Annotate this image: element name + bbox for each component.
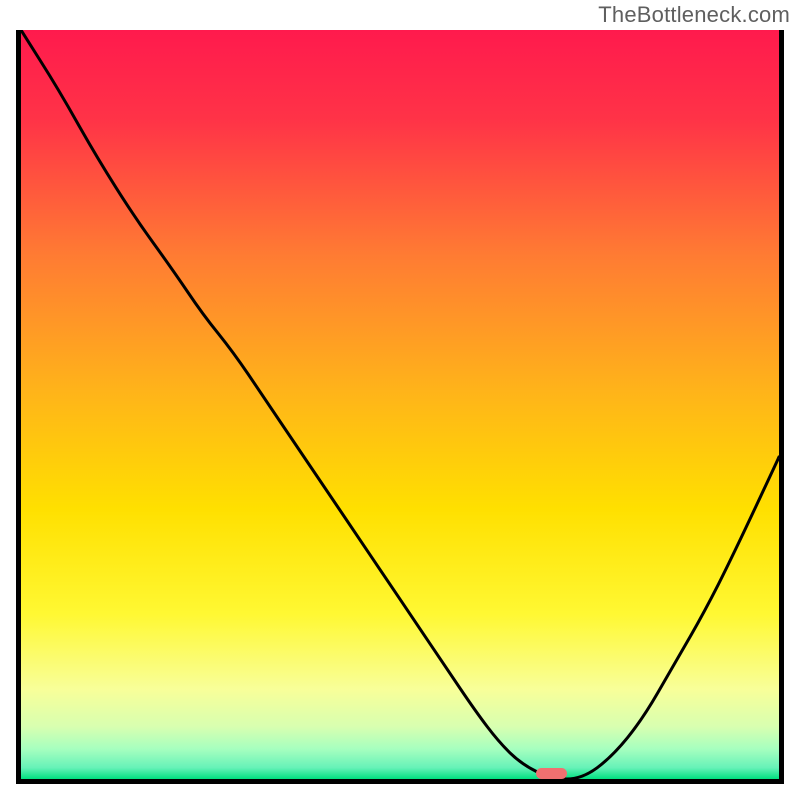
plot-frame [16, 30, 784, 784]
optimal-marker [536, 768, 566, 779]
attribution-text: TheBottleneck.com [598, 2, 790, 28]
chart-curve [21, 30, 779, 779]
